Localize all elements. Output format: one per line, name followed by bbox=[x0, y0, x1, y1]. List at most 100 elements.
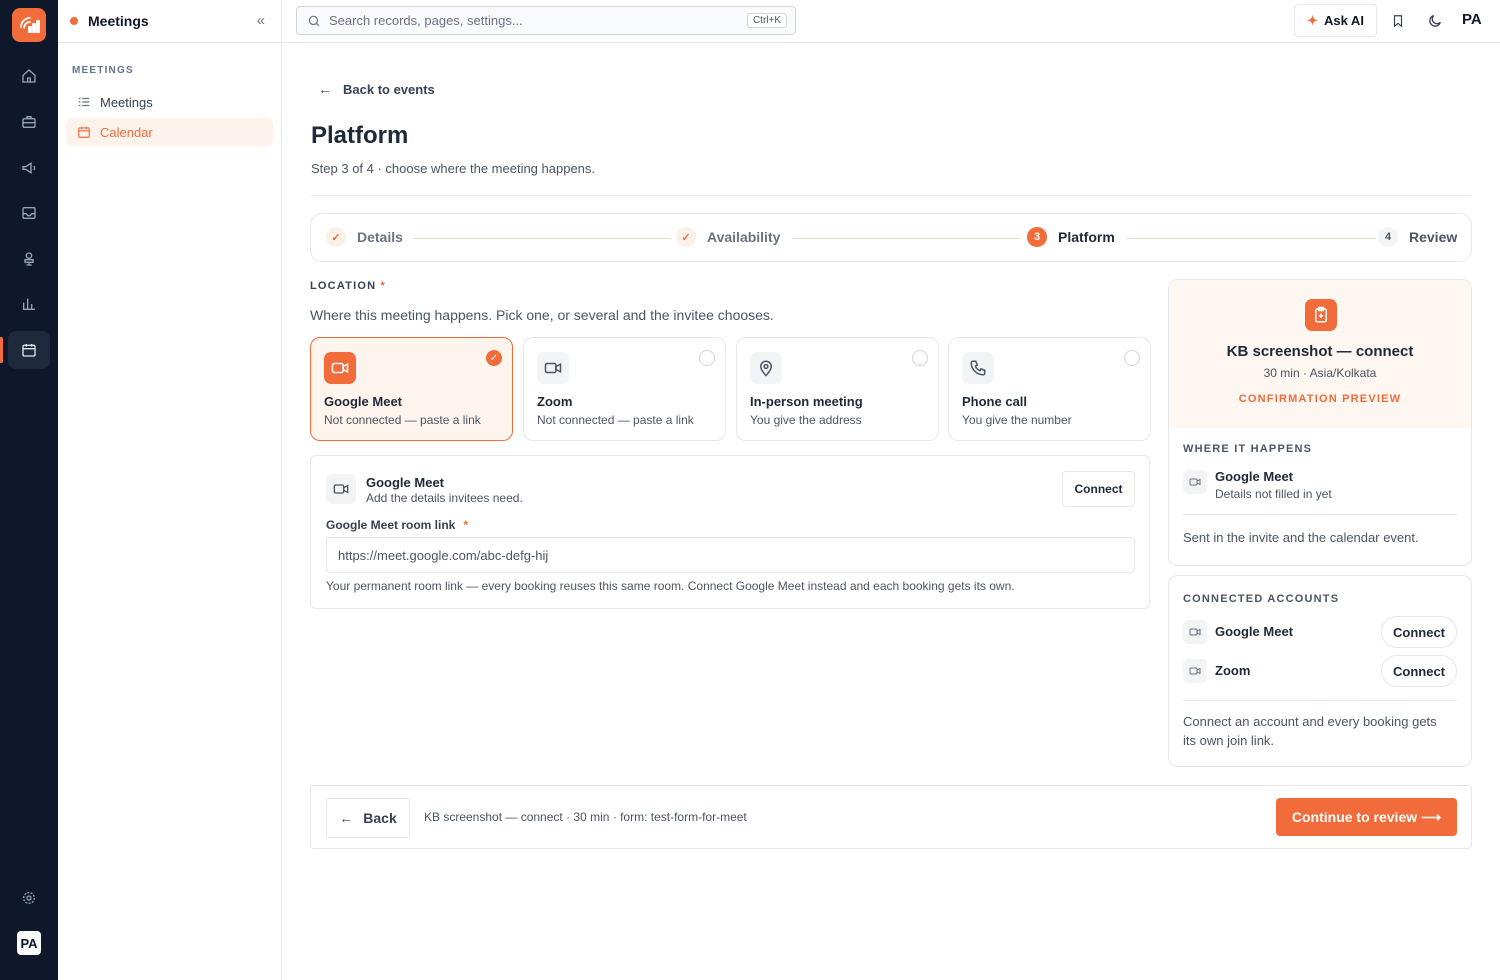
sidebar-header: Meetings « bbox=[58, 0, 281, 43]
sidebar-item-label: Meetings bbox=[100, 94, 153, 110]
step-platform[interactable]: 3 Platform bbox=[1027, 227, 1115, 247]
option-status: You give the number bbox=[962, 413, 1072, 427]
sidebar-title: Meetings bbox=[88, 13, 149, 29]
divider bbox=[1183, 514, 1457, 515]
clipboard-icon bbox=[1305, 299, 1337, 331]
account-name: Google Meet bbox=[1215, 624, 1294, 639]
location-option-in-person[interactable]: In-person meeting You give the address bbox=[736, 337, 939, 441]
divider bbox=[1183, 700, 1457, 701]
location-details-panel: Google Meet Add the details invitees nee… bbox=[310, 455, 1150, 609]
location-option-phone-call[interactable]: Phone call You give the number bbox=[948, 337, 1151, 441]
preview-header: KB screenshot — connect 30 min · Asia/Ko… bbox=[1169, 280, 1471, 428]
option-radio[interactable] bbox=[1124, 350, 1140, 366]
required-mark: * bbox=[463, 518, 469, 532]
account-name: Zoom bbox=[1215, 663, 1251, 678]
icon-rail: PA bbox=[0, 0, 58, 980]
step-label: Review bbox=[1409, 229, 1458, 245]
step-label: Details bbox=[357, 229, 403, 245]
step-connector bbox=[1126, 238, 1376, 239]
sidebar-item-meetings[interactable]: Meetings bbox=[66, 88, 273, 116]
connect-google-meet-button[interactable]: Connect bbox=[1062, 471, 1135, 507]
app-root: PA Meetings « MEETINGS Meetings Calendar… bbox=[0, 0, 1500, 980]
divider bbox=[311, 195, 1471, 196]
search-input[interactable]: Search records, pages, settings... Ctrl+… bbox=[296, 6, 796, 35]
search-icon bbox=[308, 15, 320, 26]
dark-mode-moon-icon[interactable] bbox=[1425, 11, 1445, 31]
preview-event-name: KB screenshot — connect bbox=[1226, 343, 1414, 360]
room-link-label: Google Meet room link * bbox=[326, 518, 468, 532]
briefcase-icon[interactable] bbox=[8, 103, 50, 141]
video-icon bbox=[537, 352, 569, 384]
where-it-happens-label: WHERE IT HAPPENS bbox=[1183, 443, 1313, 455]
step-review[interactable]: 4 Review bbox=[1378, 227, 1457, 247]
sparkle-icon: ✦ bbox=[1307, 12, 1318, 28]
sidebar: Meetings « MEETINGS Meetings Calendar bbox=[58, 0, 282, 980]
option-status: You give the address bbox=[750, 413, 862, 427]
home-icon[interactable] bbox=[8, 57, 50, 95]
step-availability[interactable]: ✓ Availability bbox=[676, 227, 780, 247]
option-radio[interactable] bbox=[912, 350, 928, 366]
option-status: Not connected — paste a link bbox=[537, 413, 694, 427]
presentation-icon[interactable] bbox=[8, 240, 50, 278]
step-details[interactable]: ✓ Details bbox=[326, 227, 403, 247]
room-link-input[interactable] bbox=[326, 537, 1135, 573]
rail-active-indicator bbox=[0, 337, 3, 363]
option-name: Phone call bbox=[962, 394, 1028, 409]
location-description: Where this meeting happens. Pick one, or… bbox=[310, 307, 774, 323]
location-label: LOCATION * bbox=[310, 280, 386, 292]
video-icon bbox=[1183, 470, 1207, 494]
where-provider-name: Google Meet bbox=[1215, 469, 1294, 484]
location-label-text: LOCATION bbox=[310, 280, 377, 292]
map-pin-icon bbox=[750, 352, 782, 384]
location-option-google-meet[interactable]: ✓ Google Meet Not connected — paste a li… bbox=[310, 337, 513, 441]
connected-accounts-panel: CONNECTED ACCOUNTS Google Meet Connect Z… bbox=[1168, 575, 1472, 767]
step-number: 3 bbox=[1027, 227, 1047, 247]
top-bar: Search records, pages, settings... Ctrl+… bbox=[282, 0, 1500, 43]
sidebar-item-calendar[interactable]: Calendar bbox=[66, 118, 273, 146]
connect-zoom-account-button[interactable]: Connect bbox=[1381, 655, 1457, 687]
confirmation-preview-label: CONFIRMATION PREVIEW bbox=[1238, 393, 1402, 405]
step-label: Platform bbox=[1058, 229, 1115, 245]
room-link-label-text: Google Meet room link bbox=[326, 518, 456, 532]
calendar-icon[interactable] bbox=[8, 331, 50, 369]
ask-ai-label: Ask AI bbox=[1323, 13, 1364, 28]
step-number: 4 bbox=[1378, 227, 1398, 247]
preview-event-meta: 30 min · Asia/Kolkata bbox=[1263, 366, 1377, 380]
search-shortcut-badge: Ctrl+K bbox=[746, 13, 787, 28]
confirmation-preview-panel: KB screenshot — connect 30 min · Asia/Ko… bbox=[1168, 279, 1472, 566]
bookmark-icon[interactable] bbox=[1388, 11, 1408, 31]
connect-google-meet-account-button[interactable]: Connect bbox=[1381, 616, 1457, 648]
accounts-note: Connect an account and every booking get… bbox=[1183, 714, 1437, 748]
search-placeholder: Search records, pages, settings... bbox=[329, 13, 523, 28]
inbox-icon[interactable] bbox=[8, 194, 50, 232]
app-logo-icon[interactable] bbox=[12, 8, 46, 42]
rail-user-avatar[interactable]: PA bbox=[17, 931, 41, 955]
user-avatar[interactable]: PA bbox=[1462, 11, 1482, 28]
collapse-sidebar-icon[interactable]: « bbox=[257, 12, 265, 29]
connected-accounts-label: CONNECTED ACCOUNTS bbox=[1183, 593, 1340, 605]
details-provider-name: Google Meet bbox=[366, 475, 445, 490]
bar-chart-icon[interactable] bbox=[8, 285, 50, 323]
check-icon: ✓ bbox=[676, 227, 696, 247]
back-to-events-link[interactable]: ← Back to events bbox=[318, 81, 435, 97]
where-provider-status: Details not filled in yet bbox=[1215, 487, 1332, 501]
wizard-footer: ← Back KB screenshot — connect · 30 min … bbox=[310, 785, 1472, 849]
sent-note: Sent in the invite and the calendar even… bbox=[1183, 530, 1419, 545]
status-dot bbox=[70, 17, 78, 25]
continue-to-review-button[interactable]: Continue to review ⟶ bbox=[1276, 798, 1457, 836]
megaphone-icon[interactable] bbox=[8, 149, 50, 187]
option-name: In-person meeting bbox=[750, 394, 863, 409]
location-option-zoom[interactable]: Zoom Not connected — paste a link bbox=[523, 337, 726, 441]
back-button[interactable]: ← Back bbox=[326, 798, 410, 838]
selected-check-icon[interactable]: ✓ bbox=[486, 350, 502, 366]
video-icon bbox=[1183, 620, 1207, 644]
required-mark: * bbox=[380, 280, 386, 292]
ask-ai-button[interactable]: ✦ Ask AI bbox=[1294, 4, 1377, 37]
page-subtitle: Step 3 of 4 · choose where the meeting h… bbox=[311, 161, 596, 176]
arrow-left-icon: ← bbox=[318, 81, 332, 97]
option-name: Zoom bbox=[537, 394, 573, 409]
back-link-label: Back to events bbox=[343, 81, 435, 97]
check-icon: ✓ bbox=[326, 227, 346, 247]
option-radio[interactable] bbox=[699, 350, 715, 366]
settings-gear-icon[interactable] bbox=[8, 879, 50, 917]
